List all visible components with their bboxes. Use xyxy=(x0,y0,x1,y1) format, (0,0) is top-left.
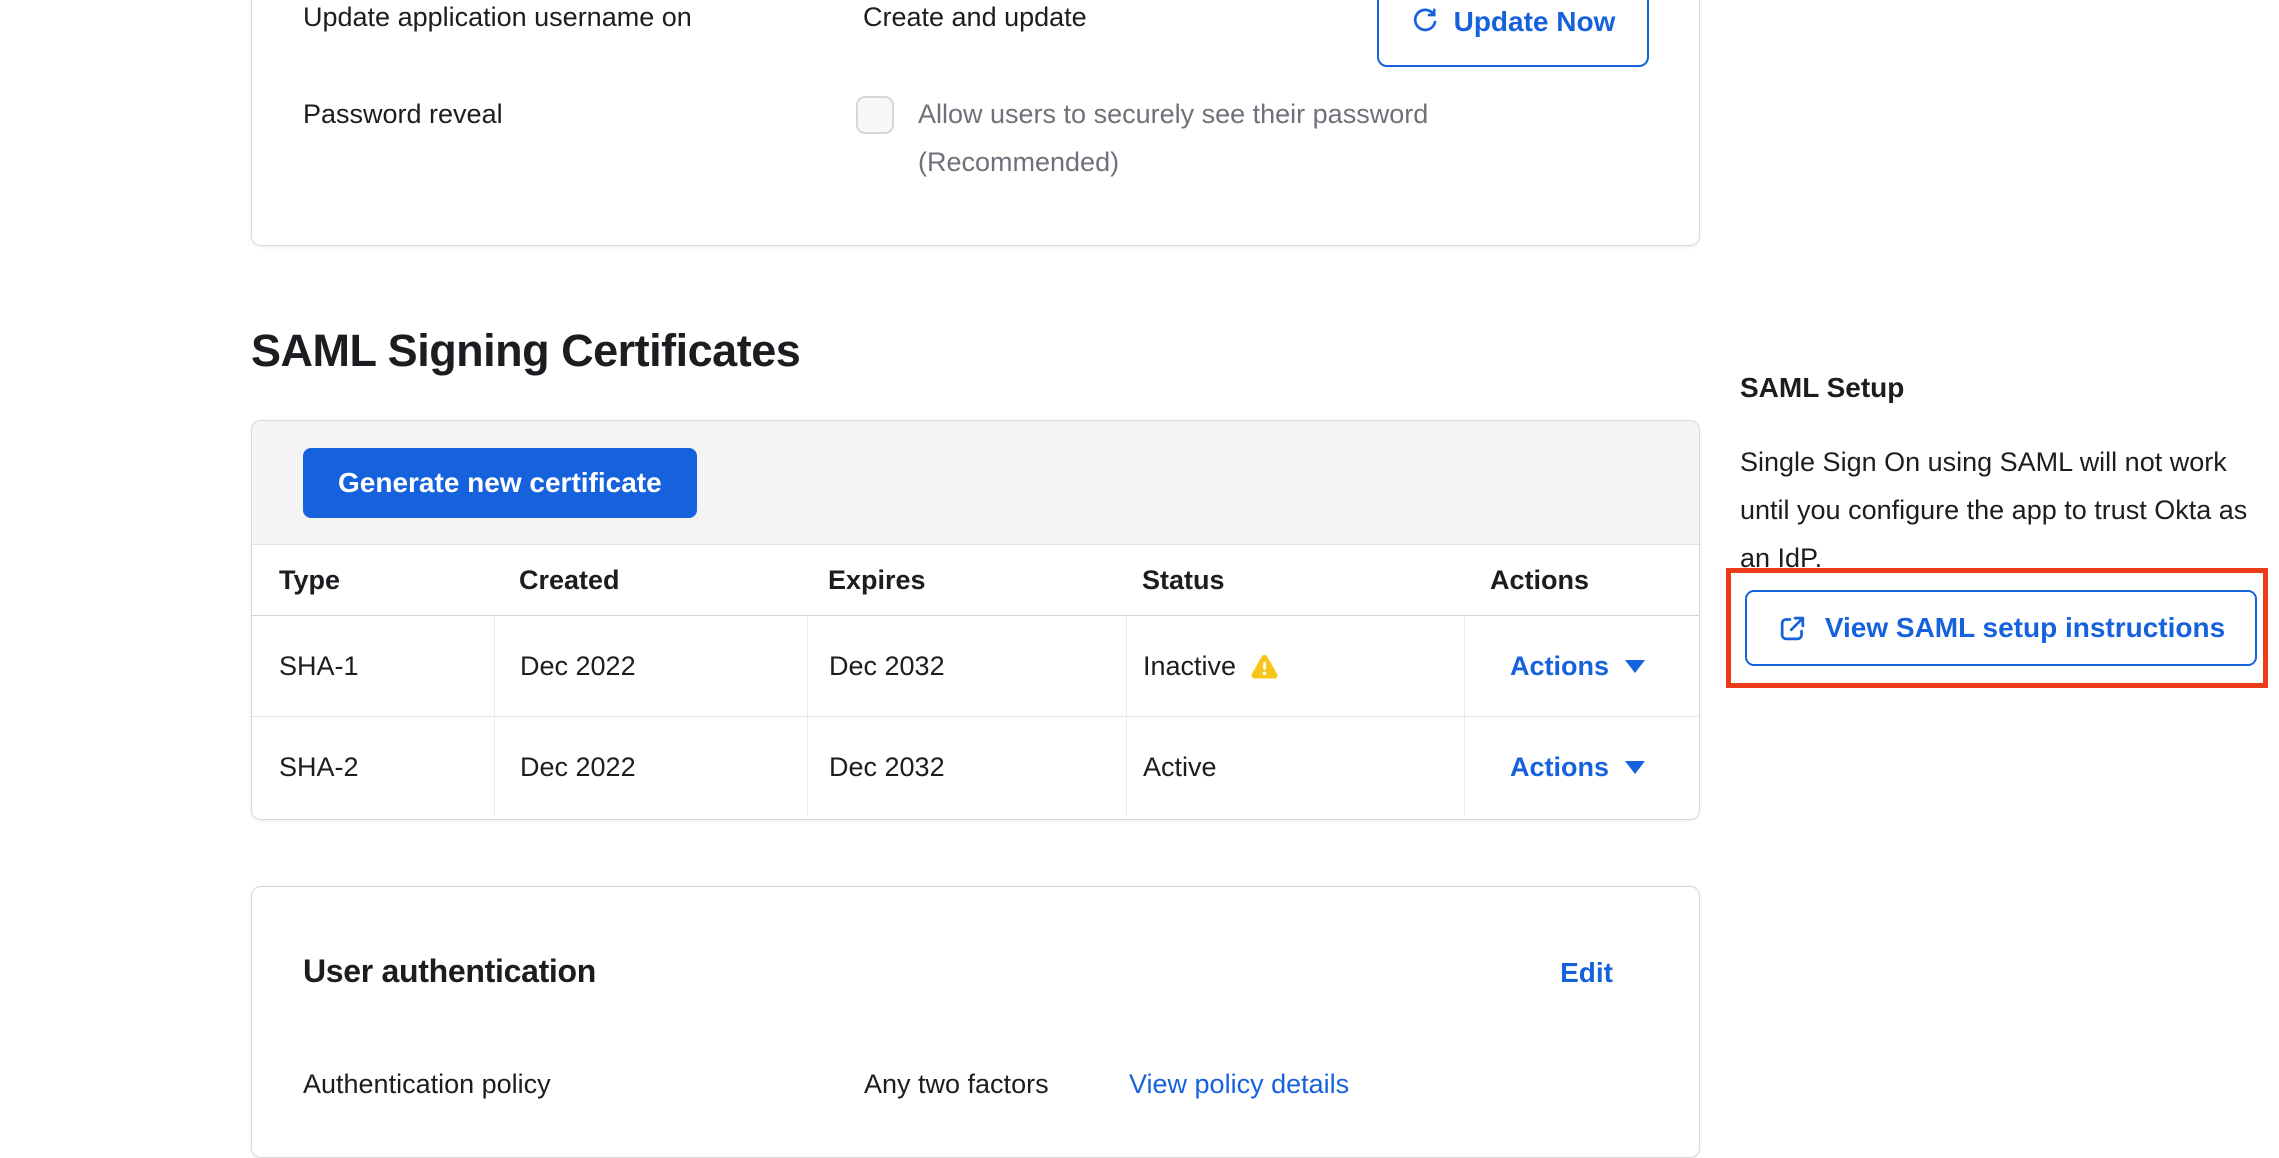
actions-label: Actions xyxy=(1510,651,1609,682)
view-policy-details-link[interactable]: View policy details xyxy=(1129,1069,1349,1100)
actions-dropdown[interactable]: Actions xyxy=(1510,752,1645,783)
header-status: Status xyxy=(1126,545,1464,615)
external-link-icon xyxy=(1777,613,1808,644)
cert-type: SHA-2 xyxy=(252,717,494,817)
cert-actions-cell: Actions xyxy=(1464,717,1699,817)
table-header-row: Type Created Expires Status Actions xyxy=(252,545,1699,616)
view-saml-instructions-button[interactable]: View SAML setup instructions xyxy=(1745,590,2257,666)
update-username-value: Create and update xyxy=(863,1,1087,33)
status-text: Inactive xyxy=(1143,651,1236,682)
password-reveal-option-line2: (Recommended) xyxy=(918,146,1119,178)
table-row: SHA-1 Dec 2022 Dec 2032 Inactive Actions xyxy=(252,616,1699,717)
warning-icon xyxy=(1249,652,1280,681)
cert-created: Dec 2022 xyxy=(494,717,807,817)
cert-type: SHA-1 xyxy=(252,616,494,716)
caret-down-icon xyxy=(1625,660,1645,673)
cert-status: Active xyxy=(1126,717,1464,817)
header-expires: Expires xyxy=(807,545,1126,615)
refresh-icon xyxy=(1411,8,1439,36)
authentication-policy-value: Any two factors xyxy=(864,1069,1049,1100)
caret-down-icon xyxy=(1625,761,1645,774)
header-created: Created xyxy=(494,545,807,615)
authentication-policy-label: Authentication policy xyxy=(303,1069,551,1100)
status-text: Active xyxy=(1143,752,1217,783)
view-saml-instructions-label: View SAML setup instructions xyxy=(1825,612,2225,644)
panel-toolbar: Generate new certificate xyxy=(252,421,1699,545)
saml-setup-description: Single Sign On using SAML will not work … xyxy=(1740,438,2262,582)
header-type: Type xyxy=(252,545,494,615)
generate-certificate-button[interactable]: Generate new certificate xyxy=(303,448,697,518)
saml-setup-title: SAML Setup xyxy=(1740,372,2274,404)
table-row: SHA-2 Dec 2022 Dec 2032 Active Actions xyxy=(252,717,1699,817)
cert-status: Inactive xyxy=(1126,616,1464,716)
actions-dropdown[interactable]: Actions xyxy=(1510,651,1645,682)
update-now-button[interactable]: Update Now xyxy=(1377,0,1649,67)
cert-created: Dec 2022 xyxy=(494,616,807,716)
cert-expires: Dec 2032 xyxy=(807,717,1126,817)
cert-expires: Dec 2032 xyxy=(807,616,1126,716)
header-actions: Actions xyxy=(1464,545,1699,615)
password-reveal-label: Password reveal xyxy=(303,98,503,130)
user-authentication-title: User authentication xyxy=(303,953,596,990)
saml-certificates-panel: Generate new certificate Type Created Ex… xyxy=(251,420,1700,820)
cert-actions-cell: Actions xyxy=(1464,616,1699,716)
edit-link[interactable]: Edit xyxy=(1560,957,1613,989)
app-settings-page: Update application username on Create an… xyxy=(0,0,2279,1158)
sign-on-settings-box: Update application username on Create an… xyxy=(251,0,1700,246)
actions-label: Actions xyxy=(1510,752,1609,783)
update-now-label: Update Now xyxy=(1454,6,1616,38)
password-reveal-checkbox[interactable] xyxy=(856,96,894,134)
update-username-label: Update application username on xyxy=(303,1,692,33)
page-title: SAML Signing Certificates xyxy=(251,326,800,376)
highlight-annotation: View SAML setup instructions xyxy=(1726,568,2268,688)
user-authentication-panel: User authentication Edit Authentication … xyxy=(251,886,1700,1158)
password-reveal-option-line1: Allow users to securely see their passwo… xyxy=(918,98,1428,130)
saml-setup-sidebar: SAML Setup Single Sign On using SAML wil… xyxy=(1740,372,2274,609)
certificates-table: Type Created Expires Status Actions SHA-… xyxy=(252,545,1699,817)
